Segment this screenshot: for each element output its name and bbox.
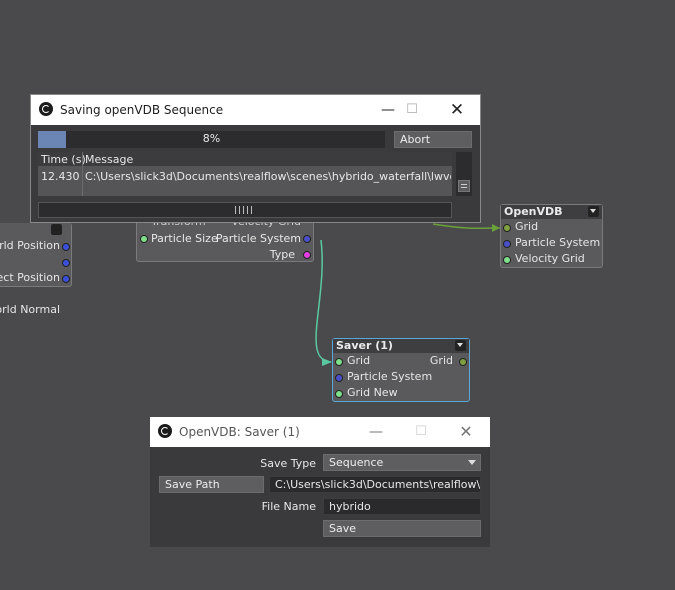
saving-dialog-body: 8% Abort Time (s) Message 12.430 C:\User…	[31, 125, 480, 222]
column-divider	[82, 152, 83, 196]
dialog-title: OpenVDB: Saver (1)	[179, 425, 300, 439]
maximize-icon[interactable]: ☐	[389, 95, 435, 125]
node-header[interactable]: Saver (1)	[333, 339, 469, 353]
lightwave-logo-icon	[39, 102, 53, 116]
node-title: OpenVDB	[504, 205, 563, 218]
port-dot[interactable]	[335, 390, 343, 398]
progress-bar: 8%	[38, 131, 385, 148]
saving-dialog-titlebar[interactable]: Saving openVDB Sequence — ☐ ✕	[31, 95, 480, 125]
chevron-down-icon[interactable]	[51, 224, 62, 235]
lightwave-logo-icon	[158, 424, 172, 438]
row-time: 12.430	[41, 170, 80, 183]
left-partial-node[interactable]: orld Position ect Position orld Normal	[0, 223, 72, 316]
log-table: Time (s) Message 12.430 C:\Users\slick3d…	[38, 152, 452, 196]
node-title: Saver (1)	[336, 339, 393, 352]
wire-particle-to-saver	[315, 239, 332, 363]
port-dot[interactable]	[503, 224, 511, 232]
port-dot-type[interactable]	[303, 251, 311, 259]
port-dot[interactable]	[62, 259, 70, 267]
port-grid: Grid	[501, 219, 602, 235]
port-dot[interactable]	[62, 275, 70, 283]
port-grid-output: Grid	[429, 354, 453, 367]
col-message-header[interactable]: Message	[85, 153, 133, 166]
openvdb-node[interactable]: OpenVDB Grid Particle System Velocity Gr…	[500, 204, 603, 268]
row-message: C:\Users\slick3d\Documents\realflow\scen…	[85, 170, 451, 183]
port-world-normal: orld Normal	[0, 303, 60, 316]
port-object-position: ect Position	[0, 271, 60, 284]
port-dot[interactable]	[459, 358, 467, 366]
save-type-select[interactable]: Sequence	[323, 454, 481, 471]
save-button[interactable]: Save	[323, 520, 481, 537]
save-type-label: Save Type	[260, 457, 316, 470]
port-particle-system: Particle System	[215, 232, 301, 245]
close-icon[interactable]: ✕	[443, 417, 489, 447]
port-velocity-grid: Velocity Grid	[501, 251, 602, 267]
chevron-down-icon[interactable]	[455, 340, 466, 351]
wire-arrow-openvdb	[492, 224, 500, 232]
minimize-icon[interactable]: —	[353, 417, 399, 447]
file-name-label: File Name	[261, 500, 316, 513]
save-path-button[interactable]: Save Path	[159, 476, 264, 493]
wire-particle-to-openvdb	[432, 223, 501, 230]
port-dot-particle-size[interactable]	[140, 235, 148, 243]
port-world-position: orld Position	[0, 239, 60, 252]
vertical-scrollbar[interactable]	[456, 152, 472, 196]
maximize-icon[interactable]: ☐	[398, 417, 444, 447]
port-type: Type	[269, 248, 295, 261]
dialog-title: Saving openVDB Sequence	[60, 103, 224, 117]
chevron-down-icon[interactable]	[588, 206, 599, 217]
port-dot[interactable]	[335, 374, 343, 382]
saver-properties-dialog[interactable]: OpenVDB: Saver (1) — ☐ ✕ Save Type Seque…	[150, 417, 490, 547]
saver-dialog-body: Save Type Sequence Save Path C:\Users\sl…	[150, 447, 490, 547]
port-particle-system: Particle System	[501, 235, 602, 251]
scrollbar-thumb[interactable]	[458, 180, 470, 192]
wire-arrow-saver	[322, 358, 332, 366]
chevron-down-icon	[468, 460, 476, 465]
port-dot[interactable]	[503, 256, 511, 264]
save-path-field[interactable]: C:\Users\slick3d\Documents\realflow\scen	[269, 476, 481, 493]
saver-node[interactable]: Saver (1) Grid Grid Particle System Grid…	[332, 338, 470, 402]
port-dot[interactable]	[62, 243, 70, 251]
save-type-value: Sequence	[329, 456, 384, 469]
port-particle-size: Particle Size	[151, 232, 218, 245]
saver-dialog-titlebar[interactable]: OpenVDB: Saver (1) — ☐ ✕	[150, 417, 490, 447]
file-name-input[interactable]: hybrido	[323, 498, 481, 515]
col-time-header[interactable]: Time (s)	[41, 153, 86, 166]
node-header[interactable]: OpenVDB	[501, 205, 602, 219]
port-particle-system: Particle System	[333, 369, 469, 385]
port-dot-particle-system[interactable]	[303, 235, 311, 243]
progress-text: 8%	[202, 132, 221, 145]
port-dot[interactable]	[335, 358, 343, 366]
port-grid-new: Grid New	[333, 385, 469, 401]
saving-dialog[interactable]: Saving openVDB Sequence — ☐ ✕ 8% Abort T…	[30, 94, 481, 223]
close-icon[interactable]: ✕	[434, 95, 480, 125]
abort-button[interactable]: Abort	[394, 131, 472, 148]
horizontal-scrollbar[interactable]	[38, 202, 452, 218]
port-grid-input: Grid Grid	[333, 353, 469, 369]
port-dot[interactable]	[503, 240, 511, 248]
